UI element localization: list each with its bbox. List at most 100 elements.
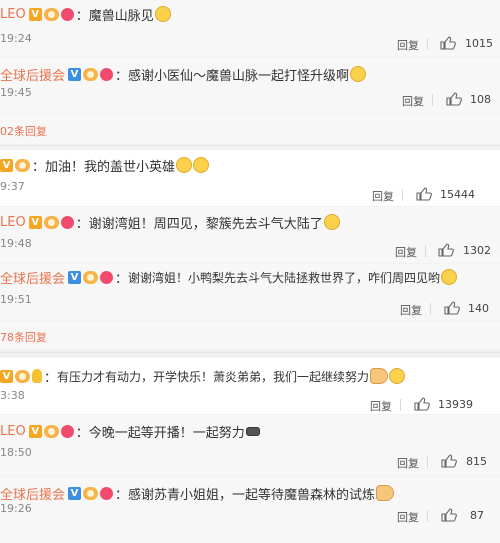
thumbs-up-icon[interactable]: [440, 36, 456, 50]
level-badge-icon: [43, 215, 59, 229]
level-badge-icon: [83, 67, 99, 81]
timestamp: 9:37: [0, 180, 25, 193]
timestamp: 3:38: [0, 389, 25, 402]
verified-badge-icon: V: [0, 369, 13, 383]
thumbs-up-icon[interactable]: [446, 92, 462, 106]
emoji-icon: [176, 157, 193, 173]
emoji-icon: [350, 66, 367, 82]
timestamp: 19:24: [0, 32, 32, 45]
username[interactable]: 全球后援会: [0, 268, 65, 287]
heart-badge-icon: [100, 67, 114, 81]
reply-button[interactable]: 回复: [395, 244, 417, 260]
reply-button[interactable]: 回复: [397, 37, 419, 53]
reply-button[interactable]: 回复: [370, 398, 392, 414]
divider: [430, 303, 431, 315]
username[interactable]: 全球后援会: [0, 484, 65, 503]
timestamp: 19:51: [0, 293, 32, 306]
like-count: 108: [470, 93, 491, 106]
thumbs-up-icon[interactable]: [441, 454, 457, 468]
reply-item: LEO V ： 谢谢湾姐！周四见，黎簇先去斗气大陆了 19:48 回复 1302: [0, 207, 500, 263]
divider: [427, 510, 428, 522]
verified-badge-icon: V: [68, 67, 82, 81]
heart-badge-icon: [60, 424, 74, 438]
username[interactable]: 全球后援会: [0, 65, 65, 84]
comment-feed: LEO V ： 魔兽山脉见 19:24 回复 1015 全球后援会 V ： 感谢…: [0, 0, 500, 543]
username[interactable]: LEO: [0, 7, 26, 22]
thumbs-up-icon[interactable]: [414, 397, 430, 411]
like-count: 140: [468, 302, 489, 315]
timestamp: 19:45: [0, 86, 32, 99]
comment-text: 加油！我的盖世小英雄: [45, 159, 176, 175]
more-replies-row: 02条回复: [0, 114, 500, 144]
reply-item: LEO V ： 今晚一起等开播！一起努力 18:50 回复 815: [0, 415, 500, 475]
divider: [432, 94, 433, 106]
comment-text: 感谢小医仙～魔兽山脉一起打怪升级啊: [128, 68, 350, 84]
reply-button[interactable]: 回复: [402, 93, 424, 109]
flexed-arm-emoji-icon: [376, 485, 395, 501]
reply-item: 全球后援会 V ： 谢谢湾姐！小鸭梨先去斗气大陆拯救世界了，咋们周四见哟 19:…: [0, 264, 500, 320]
heart-badge-icon: [100, 486, 114, 500]
comment-text: 谢谢湾姐！周四见，黎簇先去斗气大陆了: [88, 216, 323, 232]
more-replies-row: 78条回复: [0, 321, 500, 349]
reply-button[interactable]: 回复: [397, 509, 419, 525]
like-count: 815: [466, 455, 487, 468]
heart-badge-icon: [60, 7, 74, 21]
divider: [425, 245, 426, 257]
emoji-icon: [323, 214, 340, 230]
thumbs-up-icon[interactable]: [444, 301, 460, 315]
level-badge-icon: [15, 158, 30, 172]
level-badge-icon: [43, 7, 59, 21]
reply-button[interactable]: 回复: [397, 455, 419, 471]
divider: [427, 38, 428, 50]
heart-badge-icon: [60, 215, 74, 229]
thumbs-up-icon[interactable]: [416, 187, 432, 201]
reply-button[interactable]: 回复: [372, 188, 394, 204]
level-badge-icon: [15, 369, 30, 383]
thumbs-up-icon[interactable]: [438, 243, 454, 257]
reply-item: LEO V ： 魔兽山脉见 19:24 回复 1015: [0, 0, 500, 56]
separator: [0, 145, 500, 146]
level-badge-icon: [83, 270, 99, 284]
verified-badge-icon: V: [68, 270, 82, 284]
separator: [0, 352, 500, 353]
flexed-arm-emoji-icon: [370, 368, 389, 384]
verified-badge-icon: V: [28, 7, 42, 21]
verified-badge-icon: V: [68, 486, 82, 500]
thumbs-up-icon[interactable]: [441, 508, 457, 522]
comment-text: 魔兽山脉见: [88, 8, 154, 24]
comment-item: V ： 加油！我的盖世小英雄 9:37 回复 15444: [0, 150, 500, 206]
emoji-icon: [389, 368, 406, 384]
timestamp: 19:48: [0, 237, 32, 250]
divider: [400, 399, 401, 411]
like-count: 87: [470, 509, 484, 522]
comment-item: V ： 有压力才有动力，开学快乐！萧炎弟弟，我们一起继续努力 3:38 回复 1…: [0, 358, 500, 414]
username[interactable]: LEO: [0, 424, 26, 439]
like-count: 15444: [440, 188, 475, 201]
verified-badge-icon: V: [28, 215, 42, 229]
level-badge-icon: [43, 424, 59, 438]
more-replies-link[interactable]: 78条回复: [0, 329, 47, 345]
verified-badge-icon: V: [0, 158, 13, 172]
divider: [402, 189, 403, 201]
reply-item: 全球后援会 V ： 感谢小医仙～魔兽山脉一起打怪升级啊 19:45 回复 108: [0, 57, 500, 113]
timestamp: 19:26: [0, 502, 32, 515]
reply-button[interactable]: 回复: [400, 302, 422, 318]
heart-badge-icon: [100, 270, 114, 284]
reply-item: 全球后援会 V ： 感谢苏青小姐姐，一起等待魔兽森林的试炼 19:26 回复 8…: [0, 476, 500, 543]
emoji-icon: [441, 269, 458, 285]
like-count: 1302: [463, 244, 491, 257]
emoji-icon: [193, 157, 210, 173]
level-badge-icon: [83, 486, 99, 500]
lightbulb-badge-icon: [32, 369, 42, 383]
comment-text: 今晚一起等开播！一起努力: [88, 425, 245, 441]
emoji-icon: [154, 6, 171, 22]
comment-text: 感谢苏青小姐姐，一起等待魔兽森林的试炼: [128, 487, 376, 503]
divider: [427, 456, 428, 468]
comment-text: 有压力才有动力，开学快乐！萧炎弟弟，我们一起继续努力: [57, 369, 370, 384]
flexed-arm-emoji-icon: [245, 426, 260, 436]
username[interactable]: LEO: [0, 215, 26, 230]
like-count: 1015: [465, 37, 493, 50]
more-replies-link[interactable]: 02条回复: [0, 123, 47, 139]
like-count: 13939: [438, 398, 473, 411]
timestamp: 18:50: [0, 446, 32, 459]
